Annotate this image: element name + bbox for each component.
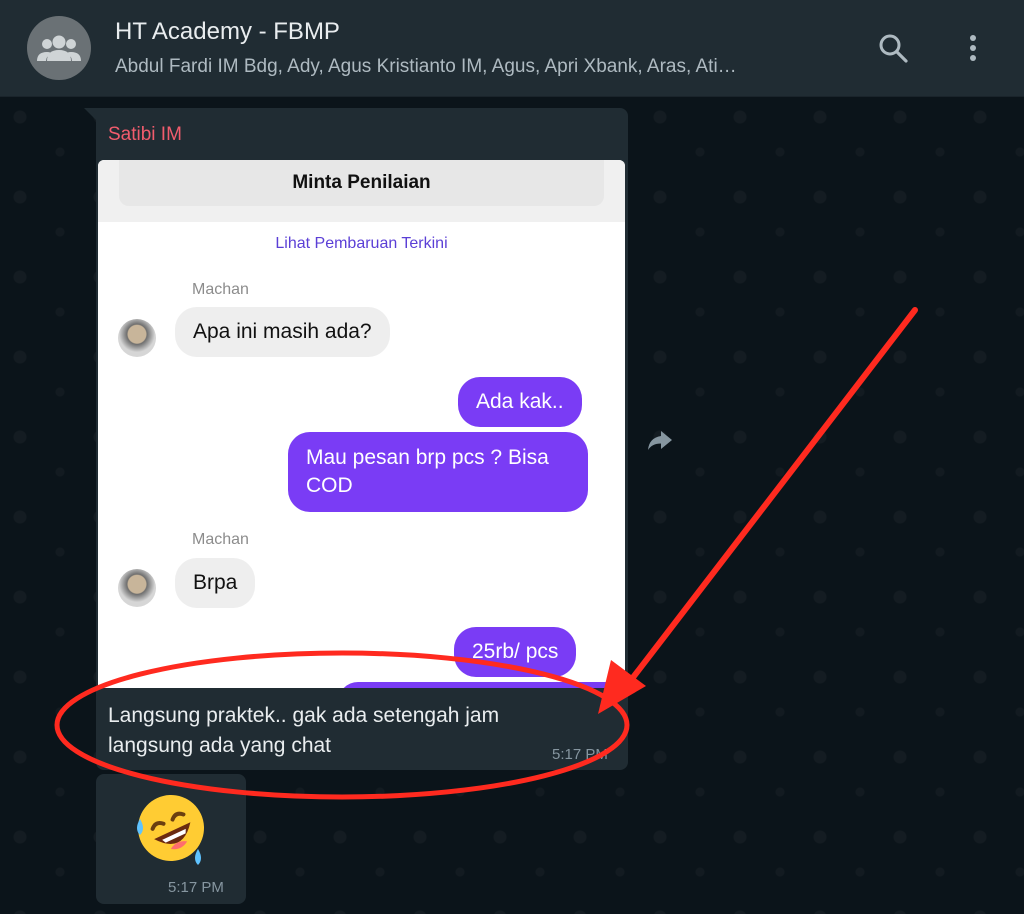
chat-header: HT Academy - FBMP Abdul Fardi IM Bdg, Ad… — [0, 0, 1024, 97]
menu-button[interactable] — [955, 30, 991, 66]
buyer-name: Machan — [192, 531, 249, 548]
seller-reply: Mau pesan brp pcs ? Bisa COD — [288, 432, 588, 512]
buyer-avatar — [118, 319, 156, 357]
seller-reply-partial — [338, 682, 625, 688]
buyer-message: Brpa — [175, 558, 256, 608]
more-vertical-icon — [970, 35, 976, 61]
seller-reply: 25rb/ pcs — [454, 627, 577, 677]
forward-icon[interactable] — [645, 425, 675, 455]
message-sender[interactable]: Satibi IM — [108, 124, 182, 146]
buyer-message: Apa ini masih ada? — [175, 307, 390, 357]
screenshot-topbar: Minta Penilaian — [98, 160, 625, 222]
message-caption: Langsung praktek.. gak ada setengah jam … — [108, 704, 500, 757]
group-icon — [37, 35, 81, 61]
search-button[interactable] — [875, 30, 911, 66]
group-title[interactable]: HT Academy - FBMP — [115, 18, 340, 46]
seller-reply: Ada kak.. — [458, 377, 582, 427]
screenshot-image[interactable]: Minta Penilaian Lihat Pembaruan Terkini … — [98, 160, 625, 688]
message-time: 5:17 PM — [552, 746, 608, 763]
group-avatar[interactable] — [27, 16, 91, 80]
emoji-message-time: 5:17 PM — [168, 879, 224, 896]
group-members[interactable]: Abdul Fardi IM Bdg, Ady, Agus Kristianto… — [115, 56, 835, 78]
search-icon — [879, 34, 908, 63]
buyer-name: Machan — [192, 281, 249, 298]
rolling-on-the-floor-laughing-emoji — [137, 795, 204, 865]
bubble-tail — [84, 108, 96, 120]
buyer-avatar — [118, 569, 156, 607]
rate-button: Minta Penilaian — [119, 160, 604, 206]
update-link: Lihat Pembaruan Terkini — [275, 235, 448, 252]
